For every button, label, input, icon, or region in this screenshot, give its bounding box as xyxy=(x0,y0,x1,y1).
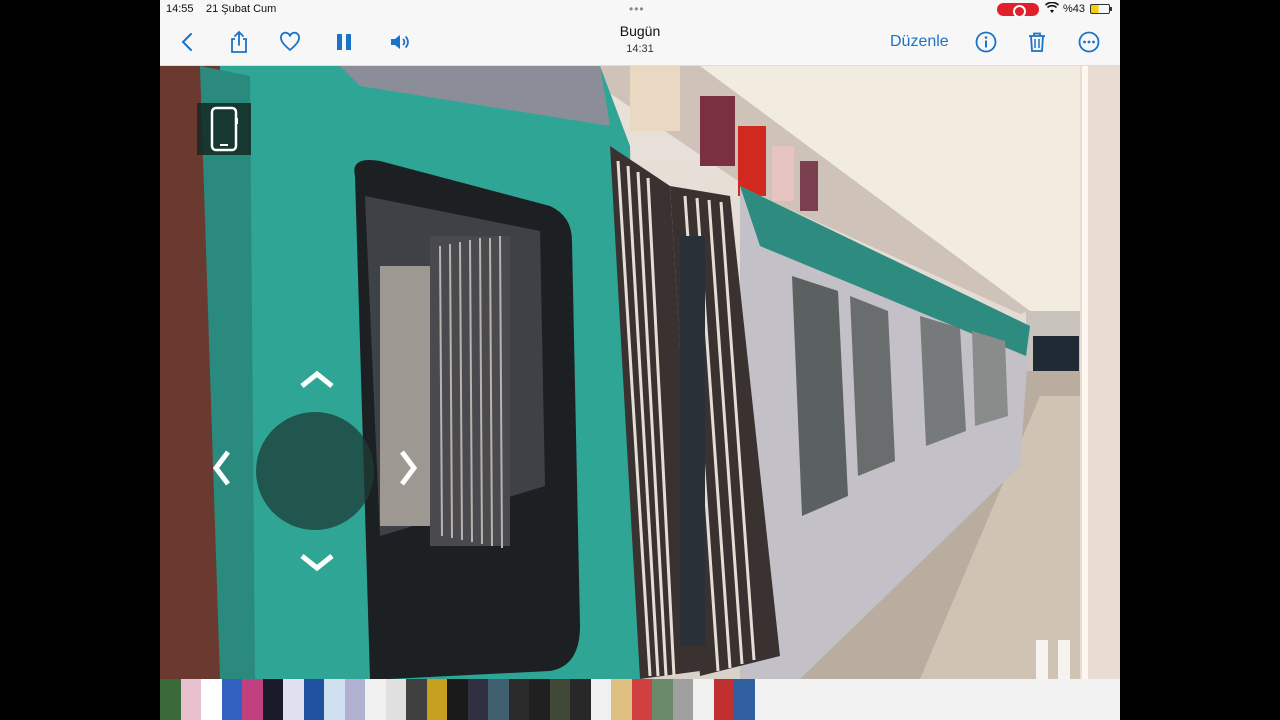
joystick-down-icon[interactable] xyxy=(300,546,334,580)
filmstrip-thumbnail[interactable] xyxy=(529,679,550,720)
filmstrip-thumbnail[interactable] xyxy=(549,679,570,720)
filmstrip-thumbnail[interactable] xyxy=(201,679,222,720)
video-frame[interactable] xyxy=(160,66,1120,679)
joystick-right-icon[interactable] xyxy=(398,450,420,494)
pause-icon[interactable] xyxy=(330,28,358,56)
back-icon[interactable] xyxy=(174,28,202,56)
joystick-up-icon[interactable] xyxy=(300,362,334,396)
wifi-icon xyxy=(1044,1,1060,17)
heart-icon[interactable] xyxy=(276,28,304,56)
filmstrip-thumbnail[interactable] xyxy=(611,679,632,720)
filmstrip-thumbnail[interactable] xyxy=(713,679,734,720)
filmstrip-thumbnail[interactable] xyxy=(242,679,263,720)
joystick-knob[interactable] xyxy=(256,412,374,530)
filmstrip-thumbnail[interactable] xyxy=(180,679,201,720)
more-icon[interactable] xyxy=(1075,28,1103,56)
filmstrip-thumbnail[interactable] xyxy=(262,679,283,720)
share-icon[interactable] xyxy=(225,28,253,56)
joystick-left-icon[interactable] xyxy=(210,450,232,494)
status-bar: 14:55 21 Şubat Cum ••• %43 xyxy=(160,0,1120,18)
pause-overlay-icon[interactable] xyxy=(1034,640,1074,679)
filmstrip-thumbnail[interactable] xyxy=(303,679,324,720)
battery-icon xyxy=(1090,4,1112,14)
ipad-screen: 14:55 21 Şubat Cum ••• %43 Bugün 14:31 D… xyxy=(160,0,1120,720)
edit-button[interactable]: Düzenle xyxy=(890,33,949,51)
status-time: 14:55 xyxy=(166,3,194,15)
filmstrip-thumbnail[interactable] xyxy=(467,679,488,720)
multitasking-dots-icon[interactable]: ••• xyxy=(629,2,645,16)
filmstrip-thumbnail[interactable] xyxy=(221,679,242,720)
filmstrip-thumbnail[interactable] xyxy=(590,679,611,720)
filmstrip-thumbnail[interactable] xyxy=(426,679,447,720)
volume-icon[interactable] xyxy=(386,28,414,56)
filmstrip-thumbnail[interactable] xyxy=(406,679,427,720)
filmstrip-thumbnail[interactable] xyxy=(160,679,181,720)
filmstrip-thumbnail[interactable] xyxy=(652,679,673,720)
filmstrip-thumbnail[interactable] xyxy=(508,679,529,720)
status-date: 21 Şubat Cum xyxy=(206,3,277,15)
trash-icon[interactable] xyxy=(1023,28,1051,56)
page-title: Bugün xyxy=(619,23,661,39)
filmstrip-thumbnail[interactable] xyxy=(734,679,755,720)
filmstrip-thumbnail[interactable] xyxy=(570,679,591,720)
filmstrip-thumbnail[interactable] xyxy=(447,679,468,720)
info-icon[interactable] xyxy=(972,28,1000,56)
filmstrip-thumbnail[interactable] xyxy=(385,679,406,720)
filmstrip-thumbnail[interactable] xyxy=(488,679,509,720)
filmstrip-thumbnail[interactable] xyxy=(693,679,714,720)
filmstrip-thumbnail[interactable] xyxy=(324,679,345,720)
phone-icon[interactable] xyxy=(197,103,251,155)
page-subtitle: 14:31 xyxy=(626,43,654,55)
filmstrip-thumbnail[interactable] xyxy=(344,679,365,720)
filmstrip-thumbnail[interactable] xyxy=(672,679,693,720)
filmstrip-thumbnail[interactable] xyxy=(283,679,304,720)
screen-record-icon[interactable] xyxy=(997,3,1039,18)
filmstrip[interactable] xyxy=(160,679,1120,720)
filmstrip-thumbnail[interactable] xyxy=(365,679,386,720)
battery-percent: %43 xyxy=(1063,3,1086,15)
photo-toolbar: Bugün 14:31 Düzenle xyxy=(160,18,1120,66)
filmstrip-thumbnail[interactable] xyxy=(631,679,652,720)
